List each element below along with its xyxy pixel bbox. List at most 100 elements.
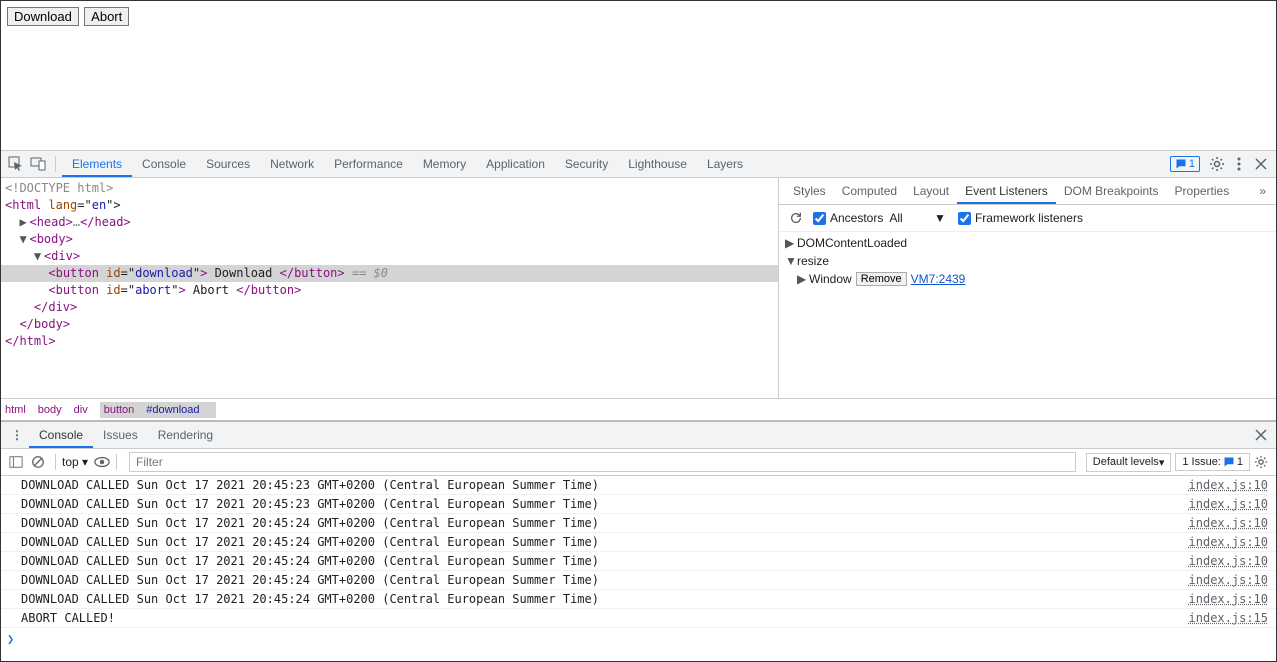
log-row[interactable]: ABORT CALLED!index.js:15 — [1, 609, 1276, 628]
expand-arrow-icon[interactable]: ▶ — [19, 214, 29, 231]
console-toolbar: top ▾ Default levels ▾ 1 Issue: 1 — [1, 449, 1276, 476]
log-row[interactable]: DOWNLOAD CALLED Sun Oct 17 2021 20:45:24… — [1, 552, 1276, 571]
expand-arrow-icon[interactable]: ▼ — [19, 231, 29, 248]
messages-badge[interactable]: 1 — [1170, 156, 1200, 172]
log-levels-select[interactable]: Default levels ▾ — [1086, 453, 1172, 472]
breadcrumb-item[interactable]: body — [38, 404, 62, 416]
log-source-link[interactable]: index.js:10 — [1189, 573, 1268, 587]
side-tab-styles[interactable]: Styles — [785, 178, 834, 204]
log-row[interactable]: DOWNLOAD CALLED Sun Oct 17 2021 20:45:24… — [1, 533, 1276, 552]
breadcrumb-item-selected[interactable]: button#download — [100, 402, 216, 418]
context-select[interactable]: top ▾ — [62, 455, 88, 469]
dom-line[interactable]: <html lang="en"> — [1, 197, 778, 214]
ancestors-checkbox[interactable]: Ancestors — [813, 211, 883, 225]
dom-line[interactable]: </body> — [1, 316, 778, 333]
log-row[interactable]: DOWNLOAD CALLED Sun Oct 17 2021 20:45:23… — [1, 476, 1276, 495]
tab-sources[interactable]: Sources — [196, 151, 260, 177]
tab-layers[interactable]: Layers — [697, 151, 753, 177]
side-tabbar: StylesComputedLayoutEvent ListenersDOM B… — [779, 178, 1276, 205]
issues-badge[interactable]: 1 Issue: 1 — [1175, 453, 1250, 471]
drawer-tabbar: ⋮ ConsoleIssuesRendering — [1, 422, 1276, 449]
dom-breadcrumb: html body div button#download — [1, 398, 1276, 420]
side-tab-dom-breakpoints[interactable]: DOM Breakpoints — [1056, 178, 1167, 204]
log-message: DOWNLOAD CALLED Sun Oct 17 2021 20:45:24… — [21, 516, 1189, 530]
log-row[interactable]: DOWNLOAD CALLED Sun Oct 17 2021 20:45:24… — [1, 590, 1276, 609]
side-tab-event-listeners[interactable]: Event Listeners — [957, 178, 1056, 204]
tab-network[interactable]: Network — [260, 151, 324, 177]
dom-line[interactable]: <!DOCTYPE html> — [1, 180, 778, 197]
log-source-link[interactable]: index.js:10 — [1189, 592, 1268, 606]
expand-arrow-icon[interactable]: ▼ — [34, 248, 44, 265]
tab-elements[interactable]: Elements — [62, 151, 132, 177]
dom-line[interactable]: ▼ <body> — [1, 231, 778, 248]
log-source-link[interactable]: index.js:10 — [1189, 497, 1268, 511]
log-source-link[interactable]: index.js:15 — [1189, 611, 1268, 625]
tab-memory[interactable]: Memory — [413, 151, 476, 177]
tab-security[interactable]: Security — [555, 151, 618, 177]
close-drawer-icon[interactable] — [1250, 424, 1272, 446]
event-target: Window — [809, 270, 852, 288]
side-tab-properties[interactable]: Properties — [1167, 178, 1238, 204]
download-button[interactable]: Download — [7, 7, 79, 26]
drawer-tab-console[interactable]: Console — [29, 422, 93, 448]
log-row[interactable]: DOWNLOAD CALLED Sun Oct 17 2021 20:45:24… — [1, 514, 1276, 533]
expand-arrow-icon[interactable]: ▶ — [785, 234, 797, 252]
drawer-menu-icon[interactable]: ⋮ — [5, 428, 29, 442]
sidebar-toggle-icon[interactable] — [5, 451, 27, 473]
console-prompt[interactable]: ❯ — [1, 628, 1276, 650]
filter-input[interactable] — [129, 452, 1076, 472]
abort-button[interactable]: Abort — [84, 7, 129, 26]
inspect-icon[interactable] — [5, 153, 27, 175]
refresh-icon[interactable] — [785, 207, 807, 229]
dom-tree[interactable]: <!DOCTYPE html> <html lang="en"> ▶ <head… — [1, 178, 779, 398]
expand-arrow-icon[interactable]: ▶ — [797, 270, 809, 288]
framework-checkbox[interactable]: Framework listeners — [958, 211, 1083, 225]
rendered-page: Download Abort — [1, 1, 1276, 151]
dom-line[interactable]: <button id="abort"> Abort </button> — [1, 282, 778, 299]
tab-lighthouse[interactable]: Lighthouse — [618, 151, 697, 177]
main-tabbar: ElementsConsoleSourcesNetworkPerformance… — [1, 151, 1276, 178]
event-row[interactable]: ▼resize — [785, 252, 1270, 270]
clear-console-icon[interactable] — [27, 451, 49, 473]
separator — [55, 156, 56, 172]
more-menu-icon[interactable] — [1228, 153, 1250, 175]
drawer-tab-rendering[interactable]: Rendering — [148, 422, 223, 448]
expand-arrow-icon[interactable]: ▼ — [785, 252, 797, 270]
event-target-row[interactable]: ▶ Window Remove VM7:2439 — [785, 270, 1270, 288]
more-tabs-icon[interactable]: » — [1255, 184, 1270, 198]
log-message: DOWNLOAD CALLED Sun Oct 17 2021 20:45:24… — [21, 535, 1189, 549]
drawer-tab-issues[interactable]: Issues — [93, 422, 148, 448]
device-toggle-icon[interactable] — [27, 153, 49, 175]
tab-performance[interactable]: Performance — [324, 151, 413, 177]
settings-gear-icon[interactable] — [1206, 153, 1228, 175]
live-expression-icon[interactable] — [94, 456, 110, 468]
log-message: ABORT CALLED! — [21, 611, 1189, 625]
dom-line[interactable]: </html> — [1, 333, 778, 350]
breadcrumb-item[interactable]: div — [74, 404, 88, 416]
console-log[interactable]: DOWNLOAD CALLED Sun Oct 17 2021 20:45:23… — [1, 476, 1276, 661]
scope-select[interactable]: All ▼ — [889, 211, 946, 225]
log-message: DOWNLOAD CALLED Sun Oct 17 2021 20:45:24… — [21, 592, 1189, 606]
remove-listener-button[interactable]: Remove — [856, 272, 907, 286]
tab-application[interactable]: Application — [476, 151, 555, 177]
dom-line[interactable]: ▶ <head>…</head> — [1, 214, 778, 231]
log-source-link[interactable]: index.js:10 — [1189, 535, 1268, 549]
dom-line-selected[interactable]: <button id="download"> Download </button… — [1, 265, 778, 282]
side-tab-computed[interactable]: Computed — [834, 178, 905, 204]
log-row[interactable]: DOWNLOAD CALLED Sun Oct 17 2021 20:45:23… — [1, 495, 1276, 514]
log-message: DOWNLOAD CALLED Sun Oct 17 2021 20:45:24… — [21, 573, 1189, 587]
log-source-link[interactable]: index.js:10 — [1189, 554, 1268, 568]
source-link[interactable]: VM7:2439 — [911, 270, 966, 288]
dom-line[interactable]: ▼ <div> — [1, 248, 778, 265]
console-settings-icon[interactable] — [1250, 451, 1272, 473]
log-row[interactable]: DOWNLOAD CALLED Sun Oct 17 2021 20:45:24… — [1, 571, 1276, 590]
dom-line[interactable]: </div> — [1, 299, 778, 316]
breadcrumb-item[interactable]: html — [5, 404, 26, 416]
log-source-link[interactable]: index.js:10 — [1189, 516, 1268, 530]
log-source-link[interactable]: index.js:10 — [1189, 478, 1268, 492]
devtools-panel: ElementsConsoleSourcesNetworkPerformance… — [1, 151, 1276, 661]
event-row[interactable]: ▶DOMContentLoaded — [785, 234, 1270, 252]
close-devtools-icon[interactable] — [1250, 153, 1272, 175]
side-tab-layout[interactable]: Layout — [905, 178, 957, 204]
tab-console[interactable]: Console — [132, 151, 196, 177]
